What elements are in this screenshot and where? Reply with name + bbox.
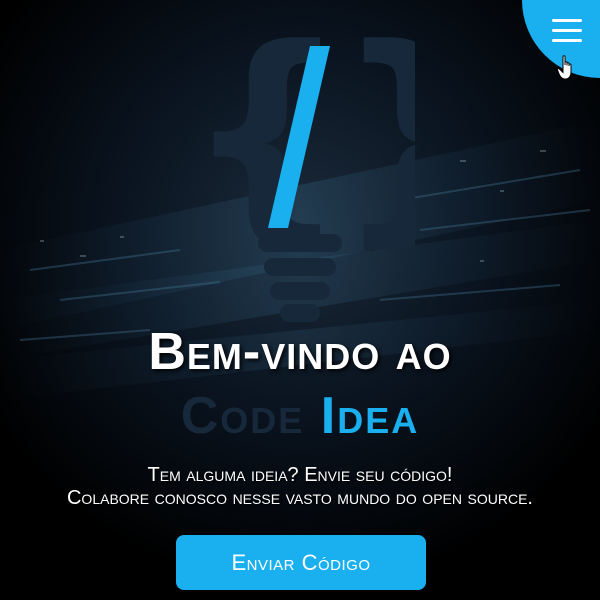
code-lightbulb-logo: { } [185,12,415,322]
welcome-title: Bem-vindo ao [148,323,452,381]
hero-section: { } Bem-vindo ao Code Idea Tem alguma id… [0,0,600,600]
hamburger-icon-bar [552,29,582,32]
svg-text:}: } [335,12,415,267]
brand-title: Code Idea [0,386,600,446]
menu-button[interactable] [548,14,586,48]
brand-code-text: Code [180,387,305,445]
brand-idea-text: Idea [320,387,420,445]
subtitle-line-2: Colabore conosco nesse vasto mundo do op… [66,487,533,509]
send-code-button[interactable]: Enviar Código [176,535,426,590]
subtitle-line-1: Tem alguma ideia? Envie seu código! [147,464,453,486]
hamburger-icon-bar [552,39,582,42]
hamburger-icon-bar [552,19,582,22]
hand-pointer-icon [557,55,572,80]
